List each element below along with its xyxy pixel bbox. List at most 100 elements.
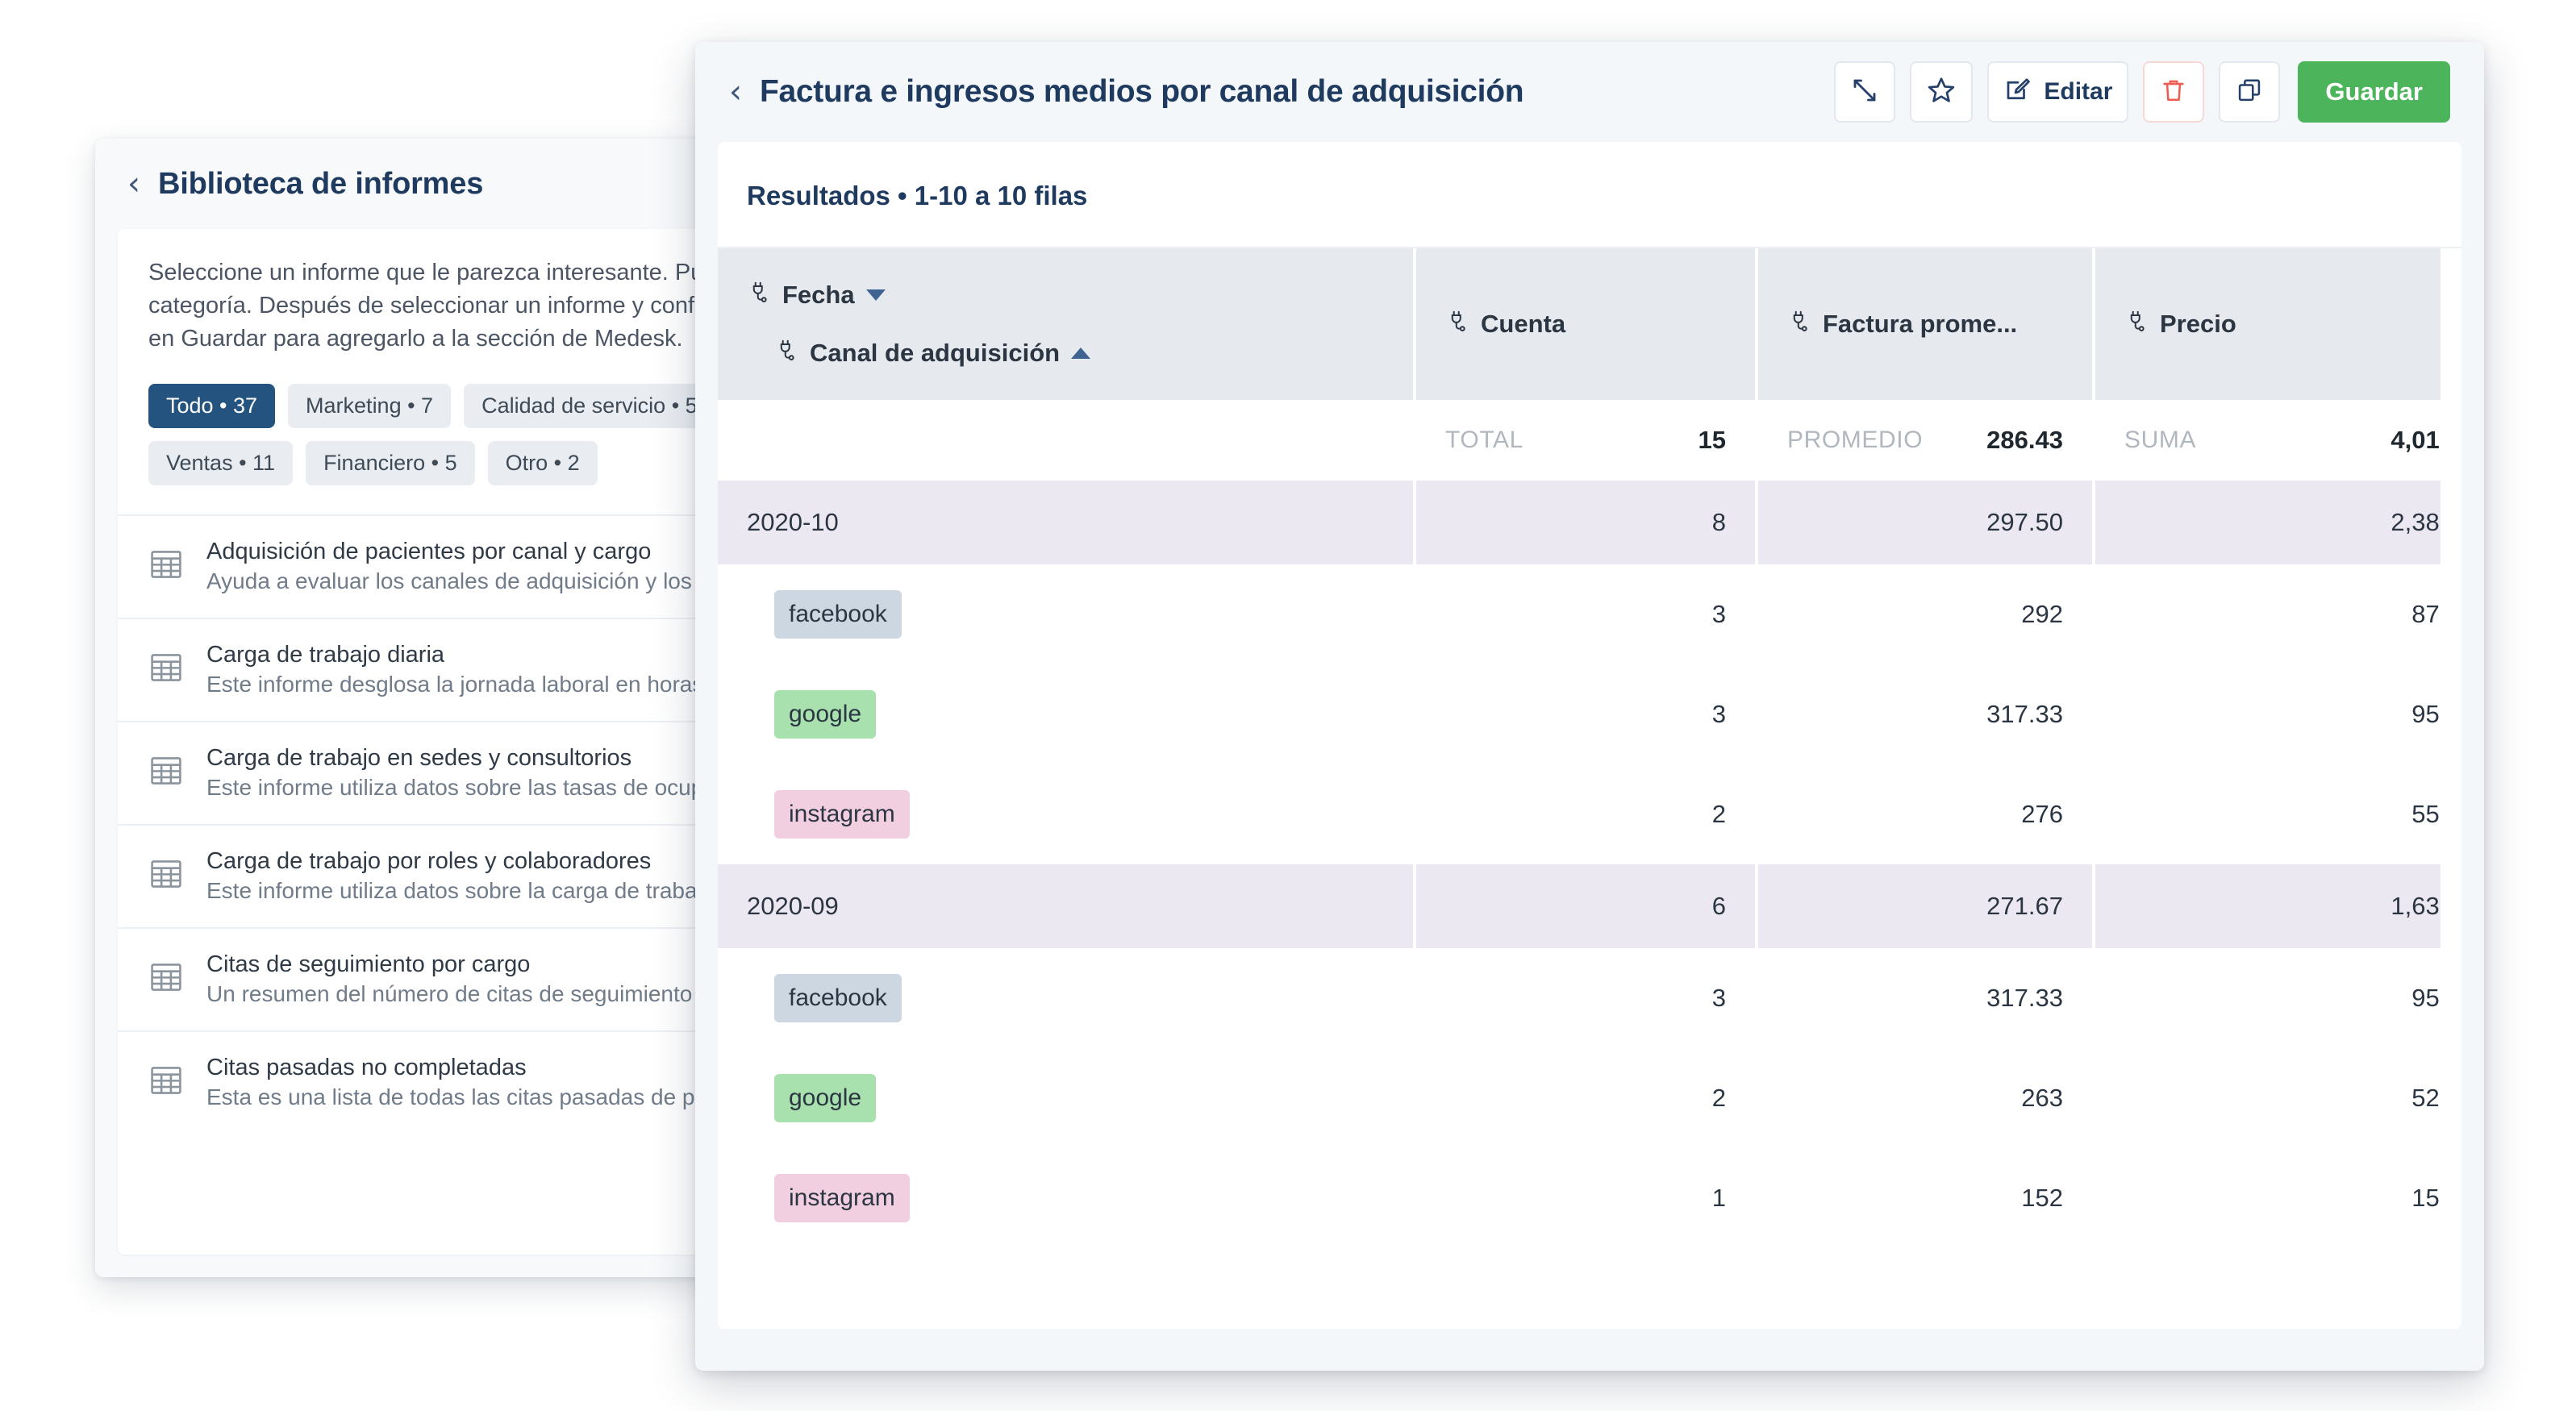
column-header-canal[interactable]: Canal de adquisición <box>747 338 1384 368</box>
column-header-dimension[interactable]: Fecha Canal de adquisición <box>718 248 1416 400</box>
table-row[interactable]: google 3 317.33 952 <box>718 664 2461 764</box>
column-header-fecha[interactable]: Fecha <box>747 280 1384 310</box>
table-row-group[interactable]: 2020-09 6 271.67 1,630 <box>718 864 2461 948</box>
avg-cell: 263 <box>1758 1048 2095 1148</box>
chip-todo[interactable]: Todo • 37 <box>148 383 276 428</box>
table-grid-icon <box>148 537 184 586</box>
save-button-label: Guardar <box>2325 77 2423 106</box>
page-title: Factura e ingresos medios por canal de a… <box>760 74 1524 109</box>
list-item-title: Adquisición de pacientes por canal y car… <box>206 538 652 564</box>
field-icon <box>1787 309 1811 339</box>
avg-cell: 276 <box>1758 764 2095 864</box>
table-right-edge <box>2441 248 2461 1248</box>
duplicate-button[interactable] <box>2219 61 2281 123</box>
price-cell: 952 <box>2095 948 2461 1048</box>
channel-cell: instagram <box>718 764 1416 864</box>
table-row[interactable]: instagram 2 276 552 <box>718 764 2461 864</box>
channel-cell: facebook <box>718 564 1416 664</box>
price-cell: 876 <box>2095 564 2461 664</box>
sort-asc-caret-icon[interactable] <box>1071 348 1091 359</box>
table-row[interactable]: facebook 3 292 876 <box>718 564 2461 664</box>
screenshot-root: ‹ Biblioteca de informes Seleccione un i… <box>0 0 2576 1411</box>
report-detail-panel: ‹ Factura e ingresos medios por canal de… <box>695 42 2484 1371</box>
count-cell: 3 <box>1416 564 1758 664</box>
status-badge: instagram <box>774 790 910 839</box>
column-header-precio[interactable]: Precio <box>2095 248 2461 400</box>
column-header-fecha-label: Fecha <box>782 281 855 309</box>
table-row[interactable]: instagram 1 152 152 <box>718 1148 2461 1248</box>
group-avg-cell: 271.67 <box>1758 864 2095 948</box>
channel-cell: facebook <box>718 948 1416 1048</box>
results-card: Resultados • 1-10 a 10 filas Fecha Canal… <box>718 142 2461 1329</box>
edit-button[interactable]: Editar <box>1987 61 2129 123</box>
table-grid-icon <box>148 847 184 896</box>
aggregate-label: SUMA <box>2124 427 2197 453</box>
column-header-precio-label: Precio <box>2160 310 2236 338</box>
library-page-title: Biblioteca de informes <box>158 166 484 201</box>
count-cell: 1 <box>1416 1148 1758 1248</box>
totals-row: TOTAL 15 PROMEDIO 286.43 SUMA 4,010 <box>718 400 2461 481</box>
star-icon <box>1926 75 1957 110</box>
status-badge: google <box>774 1074 877 1122</box>
expand-button[interactable] <box>1834 61 1896 123</box>
group-count-cell: 8 <box>1416 481 1758 564</box>
totals-dimension-cell <box>718 400 1416 481</box>
edit-button-label: Editar <box>2044 78 2113 105</box>
aggregate-value: 15 <box>1698 426 1726 454</box>
list-item-subtitle: Este informe utiliza datos sobre la carg… <box>206 877 715 903</box>
field-icon <box>774 338 798 368</box>
channel-cell: instagram <box>718 1148 1416 1248</box>
chip-calidad-de-servicio[interactable]: Calidad de servicio • 5 <box>464 383 715 428</box>
status-badge: instagram <box>774 1174 910 1222</box>
avg-cell: 152 <box>1758 1148 2095 1248</box>
column-header-factura-label: Factura prome... <box>1823 310 2018 338</box>
status-badge: facebook <box>774 590 902 639</box>
count-cell: 2 <box>1416 764 1758 864</box>
expand-arrows-icon <box>1850 76 1879 109</box>
table-grid-icon <box>148 743 184 793</box>
group-count-cell: 6 <box>1416 864 1758 948</box>
aggregate-label: TOTAL <box>1445 427 1524 453</box>
chevron-left-icon[interactable]: ‹ <box>127 168 140 200</box>
count-cell: 2 <box>1416 1048 1758 1148</box>
table-body: TOTAL 15 PROMEDIO 286.43 SUMA 4,010 2020… <box>718 400 2461 1248</box>
list-item-title: Citas de seguimiento por cargo <box>206 951 531 977</box>
table-grid-icon <box>148 1053 184 1102</box>
field-icon <box>2124 309 2149 339</box>
trash-icon <box>2160 77 2187 108</box>
group-price-cell: 2,380 <box>2095 481 2461 564</box>
report-panel-header: ‹ Factura e ingresos medios por canal de… <box>695 42 2484 142</box>
column-header-factura-promedio[interactable]: Factura prome... <box>1758 248 2095 400</box>
aggregate-value: 286.43 <box>1986 426 2063 454</box>
totals-factura-cell: PROMEDIO 286.43 <box>1758 400 2095 481</box>
copy-icon <box>2236 77 2263 108</box>
avg-cell: 317.33 <box>1758 948 2095 1048</box>
sort-desc-caret-icon[interactable] <box>865 289 886 301</box>
list-item-title: Carga de trabajo diaria <box>206 641 445 668</box>
column-header-cuenta[interactable]: Cuenta <box>1416 248 1758 400</box>
list-item-title: Carga de trabajo por roles y colaborador… <box>206 847 652 874</box>
count-cell: 3 <box>1416 948 1758 1048</box>
status-badge: facebook <box>774 974 902 1022</box>
table-header-row: Fecha Canal de adquisición Cuenta Factur… <box>718 248 2461 400</box>
save-button[interactable]: Guardar <box>2298 61 2450 123</box>
list-item-subtitle: Este informe desglosa la jornada laboral… <box>206 671 704 697</box>
chip-otro[interactable]: Otro • 2 <box>487 440 598 485</box>
avg-cell: 317.33 <box>1758 664 2095 764</box>
report-toolbar: Editar Guardar <box>1834 61 2450 123</box>
report-table-scroll[interactable]: Fecha Canal de adquisición Cuenta Factur… <box>718 247 2461 1248</box>
table-header: Fecha Canal de adquisición Cuenta Factur… <box>718 248 2461 400</box>
list-item-subtitle: Este informe utiliza datos sobre las tas… <box>206 774 758 800</box>
table-row[interactable]: google 2 263 526 <box>718 1048 2461 1148</box>
avg-cell: 292 <box>1758 564 2095 664</box>
favorite-button[interactable] <box>1910 61 1974 123</box>
delete-button[interactable] <box>2143 61 2205 123</box>
table-row[interactable]: facebook 3 317.33 952 <box>718 948 2461 1048</box>
column-header-cuenta-label: Cuenta <box>1481 310 1566 338</box>
table-row-group[interactable]: 2020-10 8 297.50 2,380 <box>718 481 2461 564</box>
chip-financiero[interactable]: Financiero • 5 <box>306 440 475 485</box>
chip-ventas[interactable]: Ventas • 11 <box>148 440 294 485</box>
chip-marketing[interactable]: Marketing • 7 <box>288 383 452 428</box>
chevron-left-icon[interactable]: ‹ <box>729 76 742 108</box>
results-caption: Resultados • 1-10 a 10 filas <box>747 181 1088 210</box>
